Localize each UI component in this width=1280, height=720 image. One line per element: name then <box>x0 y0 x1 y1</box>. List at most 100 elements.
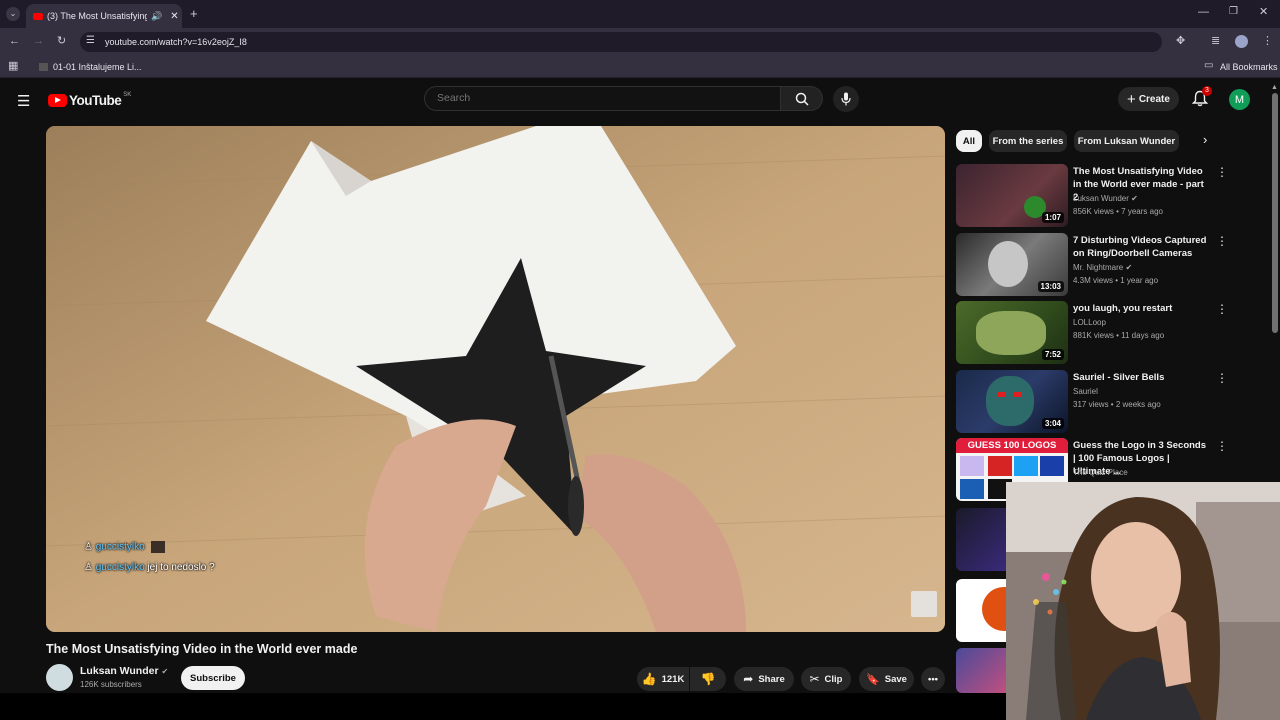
bookmark-favicon-icon <box>39 63 48 71</box>
duration-badge: 3:04 <box>1041 418 1064 429</box>
apps-grid-icon[interactable]: ▦ <box>8 61 18 72</box>
related-video[interactable]: 1:07 The Most Unsatisfying Video in the … <box>956 164 1228 228</box>
more-options-icon[interactable]: ⋮ <box>1216 166 1228 178</box>
dislike-button[interactable]: 👎 <box>690 667 726 691</box>
reading-list-icon[interactable]: ≣ <box>1211 36 1220 47</box>
site-info-icon[interactable]: ☰ <box>86 36 95 46</box>
related-video[interactable]: 3:04 Sauriel - Silver Bells Sauriel 317 … <box>956 370 1228 434</box>
address-bar[interactable]: ☰ youtube.com/watch?v=16v2eojZ_I8 <box>80 32 1162 52</box>
share-label: Share <box>758 673 785 685</box>
search-input[interactable] <box>437 92 767 104</box>
youtube-favicon-icon <box>33 12 43 20</box>
video-player[interactable]: ♙ guccistylko ♙ guccistylko jej to nedos… <box>46 126 945 632</box>
video-thumbnail[interactable]: 1:07 <box>956 164 1068 227</box>
all-bookmarks[interactable]: All Bookmarks <box>1220 62 1278 72</box>
video-thumbnail[interactable]: 3:04 <box>956 370 1068 433</box>
more-options-icon[interactable]: ⋮ <box>1216 235 1228 247</box>
reload-icon[interactable]: ↻ <box>57 36 66 47</box>
related-video[interactable]: 7:52 you laugh, you restart LOLLoop 881K… <box>956 301 1228 365</box>
chat-username: guccistylko <box>95 562 145 573</box>
scroll-up-icon[interactable]: ▲ <box>1271 84 1278 91</box>
related-title: you laugh, you restart <box>1073 303 1173 314</box>
account-avatar[interactable]: M <box>1229 89 1250 110</box>
more-options-icon[interactable]: ⋮ <box>1216 303 1228 315</box>
like-button[interactable]: 👍 121K <box>637 667 689 691</box>
minimize-icon[interactable]: — <box>1198 7 1209 18</box>
verified-icon: ✔ <box>1125 263 1133 272</box>
chat-message: ♙ guccistylko jej to nedoslo ? <box>84 562 215 573</box>
thumbnail-banner: GUESS 100 LOGOS <box>956 438 1068 453</box>
more-actions-button[interactable]: ••• <box>921 667 945 691</box>
related-channel: Luksan Wunder ✔ <box>1073 194 1138 203</box>
chip-all[interactable]: All <box>956 130 982 152</box>
create-button[interactable]: + Create <box>1118 87 1179 111</box>
chat-message: ♙ guccistylko <box>84 541 166 553</box>
chat-user-icon: ♙ <box>84 562 93 573</box>
share-icon: ➦ <box>743 672 754 686</box>
close-tab-icon[interactable]: ✕ <box>170 11 178 22</box>
chat-username: guccistylko <box>95 541 145 553</box>
bookmarks-bar: ▦ 01-01 Inštalujeme Li... ▭ All Bookmark… <box>0 56 1280 78</box>
chat-emote-icon <box>151 541 166 553</box>
menu-icon[interactable]: ⋮ <box>1262 36 1273 47</box>
chevron-right-icon[interactable]: › <box>1203 132 1207 147</box>
notifications-button[interactable]: 3 <box>1191 86 1212 108</box>
plus-icon: + <box>1127 90 1136 108</box>
voice-search-button[interactable] <box>833 86 859 112</box>
notification-count-badge: 3 <box>1202 86 1212 96</box>
duration-badge: 1:07 <box>1041 212 1064 223</box>
thumbs-down-icon: 👎 <box>700 672 716 686</box>
folder-icon: ▭ <box>1204 60 1214 71</box>
search-box[interactable] <box>424 86 781 111</box>
related-channel: LOLLoop <box>1073 318 1106 327</box>
related-meta: 317 views • 2 weeks ago <box>1073 400 1161 409</box>
video-thumbnail[interactable]: 13:03 <box>956 233 1068 296</box>
chip-from-series[interactable]: From the series <box>989 130 1067 152</box>
tab-list-icon[interactable]: ⌄ <box>6 7 20 21</box>
video-thumbnail[interactable]: 7:52 <box>956 301 1068 364</box>
back-icon[interactable]: ← <box>9 36 20 47</box>
subscribe-button[interactable]: Subscribe <box>181 666 245 690</box>
channel-avatar[interactable] <box>46 664 73 691</box>
related-video[interactable]: 13:03 7 Disturbing Videos Captured on Ri… <box>956 233 1228 297</box>
webcam-overlay <box>1006 482 1280 720</box>
extensions-icon[interactable]: ✥ <box>1176 36 1185 47</box>
video-frame <box>46 126 945 632</box>
related-meta: 881K views • 11 days ago <box>1073 331 1165 340</box>
region-code: SK <box>123 92 132 98</box>
browser-tab-bar: ⌄ (3) The Most Unsatisfying V 🔊 ✕ + — ❐ … <box>0 0 1280 28</box>
audio-icon[interactable]: 🔊 <box>151 11 162 22</box>
forward-icon[interactable]: → <box>33 36 44 47</box>
video-thumbnail[interactable] <box>956 508 1006 571</box>
clip-button[interactable]: ✂ Clip <box>801 667 851 691</box>
channel-watermark-icon[interactable] <box>911 591 937 617</box>
search-button[interactable] <box>781 86 823 111</box>
channel-text: Luksan Wunder <box>1073 194 1129 203</box>
microphone-icon <box>841 92 851 106</box>
video-title: The Most Unsatisfying Video in the World… <box>46 642 358 656</box>
hamburger-menu-icon[interactable]: ☰ <box>17 92 30 110</box>
save-button[interactable]: 🔖 Save <box>859 667 914 691</box>
video-thumbnail[interactable] <box>956 579 1006 642</box>
new-tab-icon[interactable]: + <box>190 7 198 20</box>
logo-text: YouTube <box>69 92 122 108</box>
restore-icon[interactable]: ❐ <box>1229 7 1238 17</box>
share-button[interactable]: ➦ Share <box>734 667 794 691</box>
video-thumbnail[interactable] <box>956 648 1006 693</box>
tab-title: (3) The Most Unsatisfying V <box>47 11 147 21</box>
related-channel: The Quiz Place <box>1073 468 1128 477</box>
close-window-icon[interactable]: ✕ <box>1259 7 1268 18</box>
youtube-logo[interactable]: YouTube SK <box>48 91 131 109</box>
scissors-icon: ✂ <box>809 672 820 686</box>
more-options-icon[interactable]: ⋮ <box>1216 372 1228 384</box>
channel-name[interactable]: Luksan Wunder ✔ <box>80 665 168 677</box>
duration-badge: 7:52 <box>1041 349 1064 360</box>
chip-from-channel[interactable]: From Luksan Wunder <box>1074 130 1179 152</box>
more-options-icon[interactable]: ⋮ <box>1216 440 1228 452</box>
browser-tab[interactable]: (3) The Most Unsatisfying V 🔊 ✕ <box>26 4 182 28</box>
bookmark-item[interactable]: 01-01 Inštalujeme Li... <box>53 62 142 72</box>
profile-avatar[interactable] <box>1235 35 1248 48</box>
search-icon <box>795 92 809 106</box>
chat-user-icon: ♙ <box>84 541 93 553</box>
page-scrollbar[interactable] <box>1272 93 1278 333</box>
